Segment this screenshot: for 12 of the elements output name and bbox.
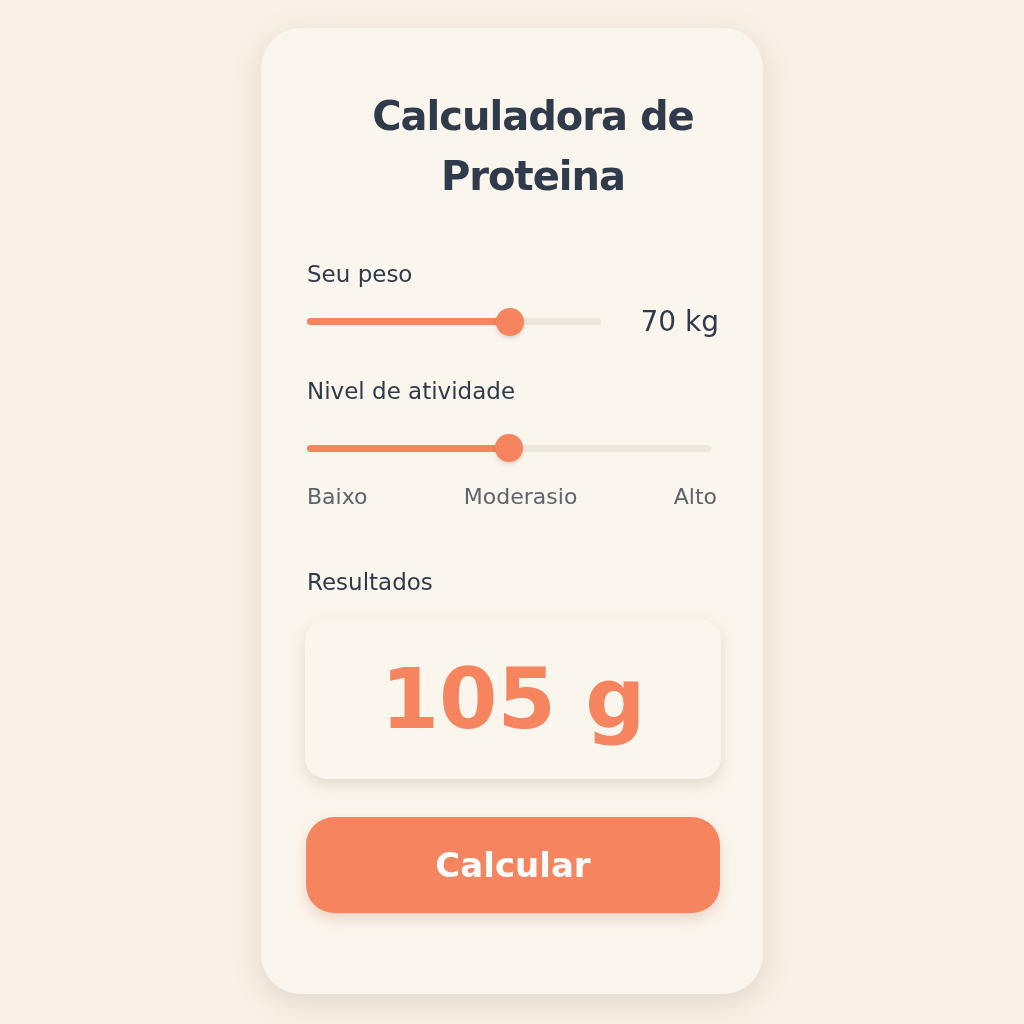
field-label: Seu peso bbox=[307, 261, 414, 287]
result-value: 105 g bbox=[380, 650, 646, 748]
section-label: Resultados bbox=[307, 569, 434, 595]
calculate-button[interactable]: Calcular bbox=[306, 817, 720, 913]
slider-thumb[interactable] bbox=[495, 434, 523, 462]
field-label: Nivel de atividade bbox=[307, 378, 517, 404]
scale-label: Alto bbox=[673, 484, 717, 509]
scale-label: Moderasio bbox=[463, 484, 578, 509]
slider-thumb[interactable] bbox=[495, 307, 524, 336]
weight-reading: 70 kg bbox=[640, 305, 719, 338]
scale-label: Baixo bbox=[307, 484, 368, 509]
app-title: Calculadora de Proteina bbox=[371, 92, 695, 201]
